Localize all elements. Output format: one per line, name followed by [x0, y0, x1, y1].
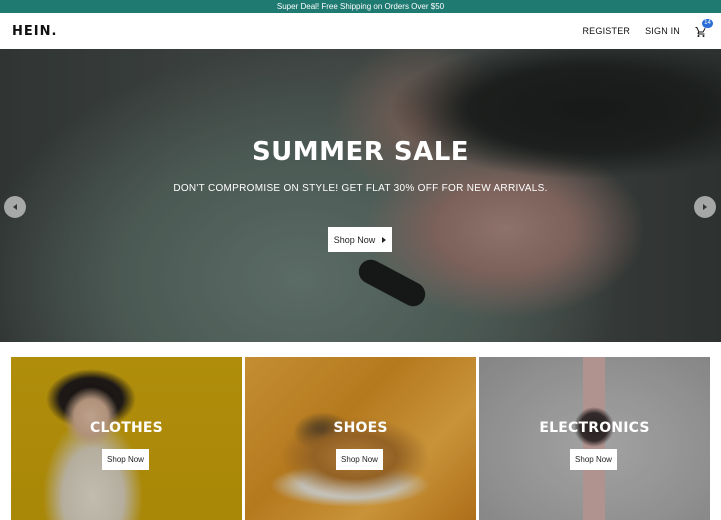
- hero-overlay: [0, 49, 721, 342]
- category-overlay: [11, 357, 242, 520]
- register-link[interactable]: REGISTER: [582, 26, 630, 36]
- category-title: SHOES: [333, 420, 388, 436]
- nav-actions: REGISTER SIGN IN 14: [582, 19, 713, 38]
- category-title: CLOTHES: [90, 420, 163, 436]
- chevron-left-icon: [13, 204, 17, 210]
- category-card-electronics[interactable]: ELECTRONICS Shop Now: [479, 357, 710, 520]
- slider-prev-button[interactable]: [4, 196, 26, 218]
- category-shop-now-button[interactable]: Shop Now: [570, 449, 617, 470]
- category-overlay: [245, 357, 476, 520]
- hero-shop-now-label: Shop Now: [333, 234, 376, 245]
- cart-button[interactable]: 14: [695, 19, 713, 38]
- signin-link[interactable]: SIGN IN: [645, 26, 680, 36]
- announcement-bar: Super Deal! Free Shipping on Orders Over…: [0, 0, 721, 13]
- hero-shop-now-button[interactable]: Shop Now: [328, 227, 392, 252]
- category-card-shoes[interactable]: SHOES Shop Now: [245, 357, 476, 520]
- category-shop-now-button[interactable]: Shop Now: [336, 449, 383, 470]
- slider-next-button[interactable]: [694, 196, 716, 218]
- announcement-text: Super Deal! Free Shipping on Orders Over…: [276, 2, 445, 11]
- category-overlay: [479, 357, 710, 520]
- cart-count-badge: 14: [702, 19, 713, 28]
- hero-slider: SUMMER SALE DON'T COMPROMISE ON STYLE! G…: [0, 49, 721, 342]
- caret-right-icon: [382, 236, 387, 243]
- hero-title: SUMMER SALE: [251, 137, 470, 167]
- logo[interactable]: HEIN.: [12, 24, 57, 39]
- chevron-right-icon: [703, 204, 707, 210]
- navbar: HEIN. REGISTER SIGN IN 14: [0, 13, 721, 49]
- category-title: ELECTRONICS: [539, 420, 650, 436]
- category-shop-now-button[interactable]: Shop Now: [102, 449, 149, 470]
- hero-subtitle: DON'T COMPROMISE ON STYLE! GET FLAT 30% …: [173, 183, 548, 194]
- category-card-clothes[interactable]: CLOTHES Shop Now: [11, 357, 242, 520]
